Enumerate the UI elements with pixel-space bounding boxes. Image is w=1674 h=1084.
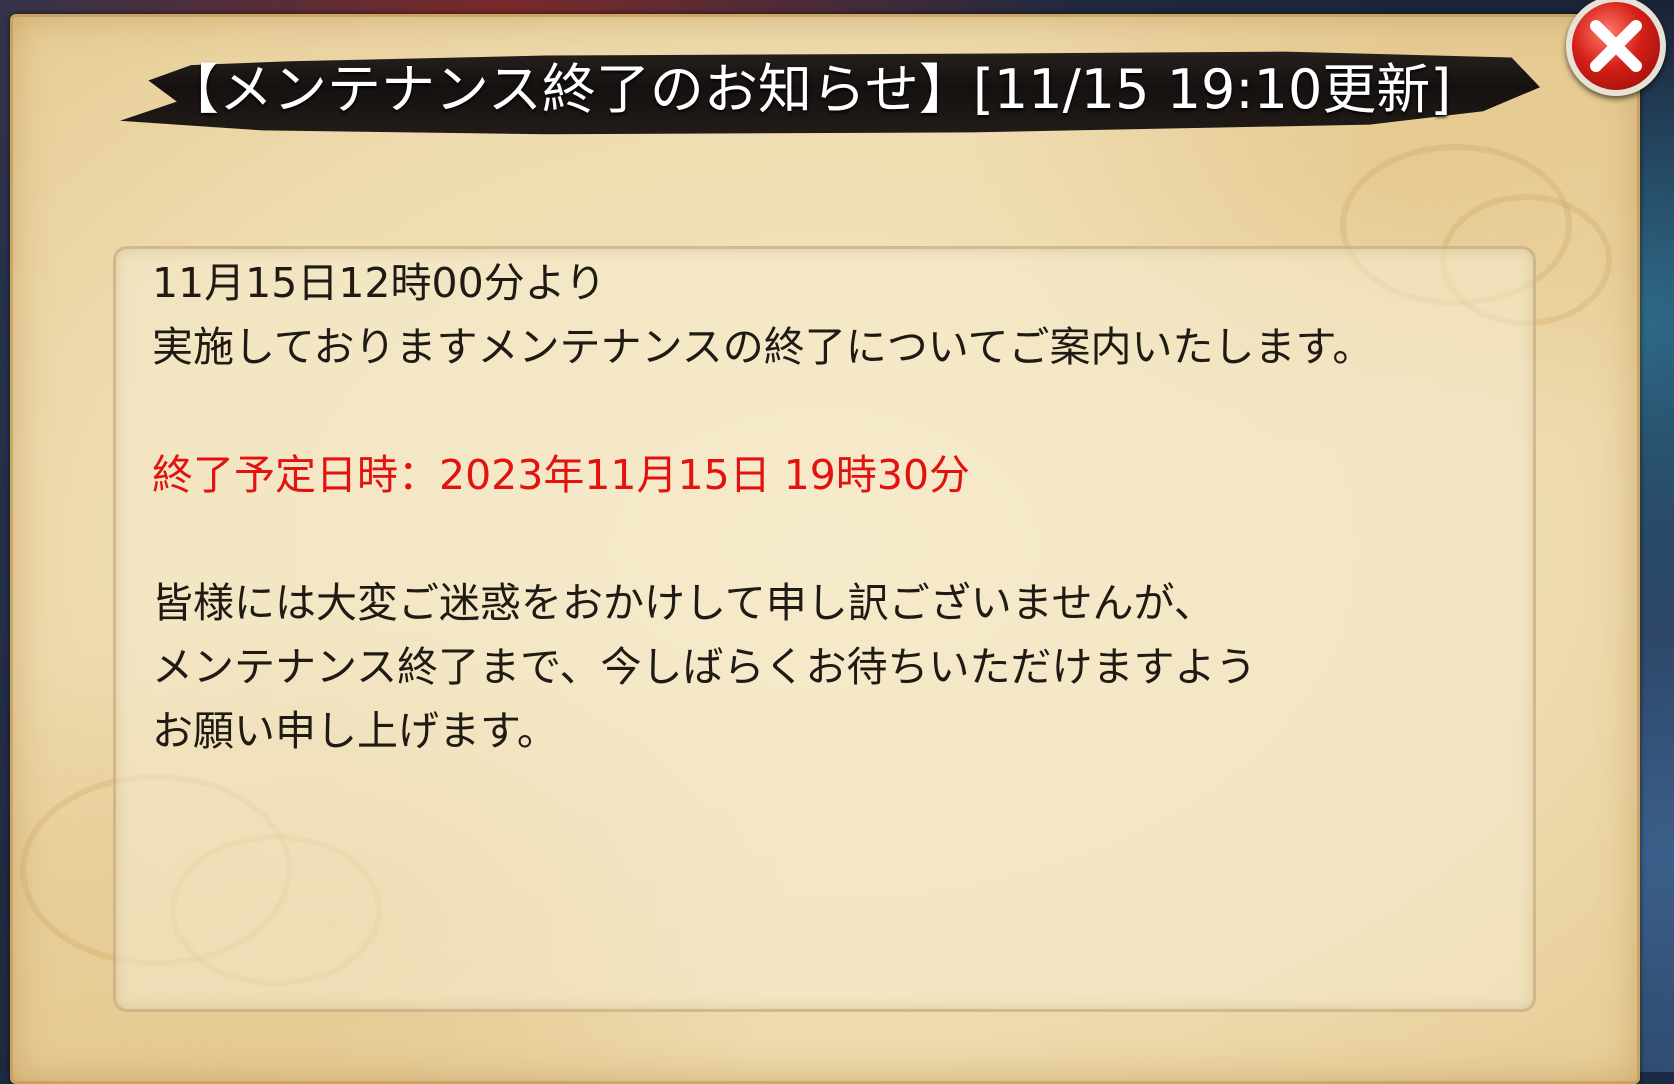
notice-line-apology: 皆様には大変ご迷惑をおかけして申し訳ございませんが、 (152, 579, 1215, 627)
notice-line-intro: 実施しておりますメンテナンスの終了についてご案内いたします。 (152, 323, 1374, 371)
dialog-title: 【メンテナンス終了のお知らせ】[11/15 19:10更新] (165, 58, 1452, 121)
notice-content-box: 11月15日12時00分より 実施しておりますメンテナンスの終了についてご案内い… (113, 246, 1536, 1012)
notice-line-wait: メンテナンス終了まで、今しばらくお待ちいただけますよう (152, 643, 1257, 691)
notice-line-request: お願い申し上げます。 (152, 707, 558, 755)
close-button[interactable] (1566, 0, 1666, 96)
notice-body: 11月15日12時00分より 実施しておりますメンテナンスの終了についてご案内い… (152, 251, 1512, 763)
notice-line-start-time: 11月15日12時00分より (152, 259, 606, 307)
notice-end-time: 終了予定日時：2023年11月15日 19時30分 (152, 451, 971, 499)
